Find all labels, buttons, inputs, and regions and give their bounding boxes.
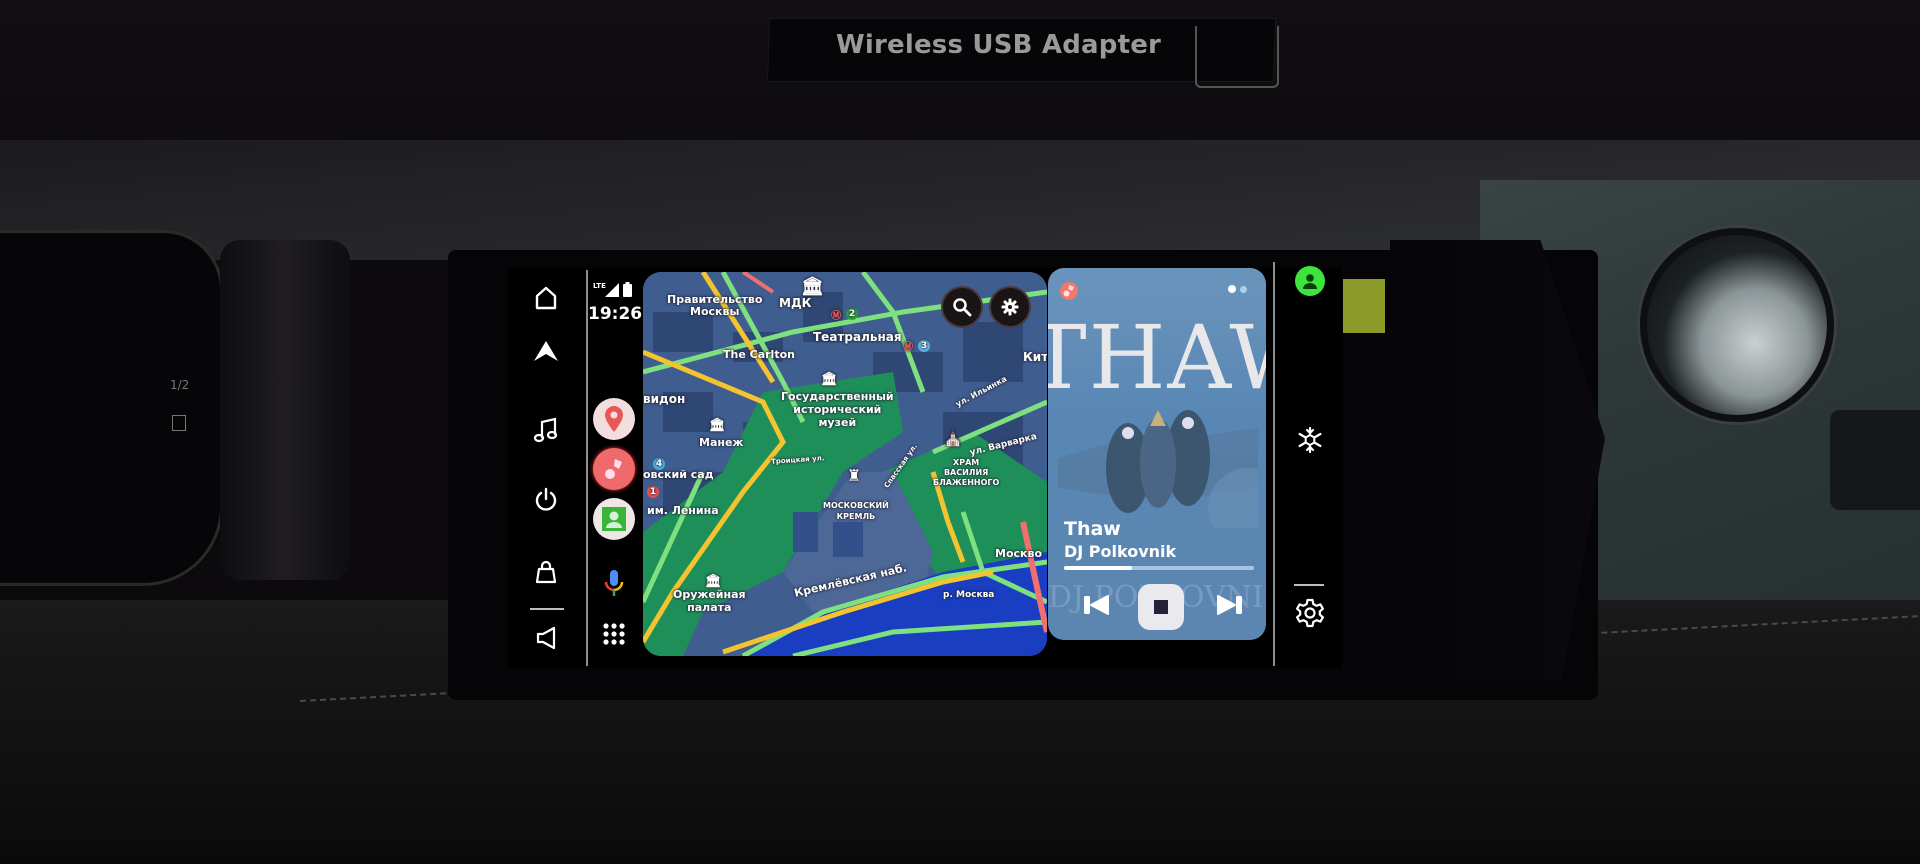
track-title: Thaw — [1064, 518, 1121, 540]
fuel-gauge-mark: 1/2 — [170, 378, 190, 392]
rail-item-volume[interactable] — [528, 620, 564, 656]
museum-icon: 🏛 — [705, 574, 722, 589]
playback-progress-bar[interactable] — [1064, 566, 1254, 570]
dock-app-music[interactable] — [593, 448, 635, 490]
right-rail-divider — [1294, 584, 1324, 586]
music-app-icon — [605, 459, 622, 479]
map-label-kit: Кит — [1023, 350, 1047, 364]
battery-icon — [623, 282, 632, 297]
rail-item-music[interactable] — [528, 412, 564, 448]
speaker-icon — [536, 626, 556, 650]
microphone-icon — [604, 570, 624, 596]
stop-button[interactable] — [1138, 584, 1184, 630]
user-icon — [1303, 274, 1317, 289]
clock: 19:26 — [588, 304, 643, 324]
snowflake-icon — [1298, 426, 1322, 454]
album-art-jet — [1058, 410, 1258, 528]
music-app-icon — [1063, 285, 1074, 297]
signal-icon — [605, 283, 619, 297]
metro-line-badge: 1 — [647, 486, 659, 498]
map-label-lenin-library: им. Ленина — [647, 504, 719, 517]
metro-icon: Ⓜ — [831, 311, 841, 322]
metro-line-badge: 3 — [918, 340, 930, 352]
contact-icon — [602, 507, 626, 531]
map-label-armoury: Оружейная палата — [673, 588, 746, 614]
adapter-clip — [1195, 26, 1279, 88]
media-source-badge — [1060, 282, 1078, 300]
rail-item-home[interactable] — [528, 280, 564, 316]
left-rail — [508, 268, 584, 668]
power-icon — [535, 487, 557, 511]
shopping-bag-icon — [535, 560, 557, 584]
metro-line-badge: 2 — [846, 308, 858, 320]
usb-adapter-label: Wireless USB Adapter — [836, 30, 1162, 60]
museum-icon: 🏛 — [709, 418, 726, 433]
instrument-cluster — [0, 230, 223, 586]
map-label-st-basil: ХРАМ ВАСИЛИЯ БЛАЖЕННОГО — [933, 458, 1000, 487]
gear-icon — [1296, 598, 1324, 628]
previous-track-button[interactable] — [1082, 594, 1112, 616]
next-track-button[interactable] — [1214, 594, 1244, 616]
status-dock: LTE 19:26 — [588, 268, 643, 668]
rail-divider — [530, 608, 564, 610]
map-label-vidon: видон — [643, 392, 686, 406]
rail-item-shopping[interactable] — [528, 554, 564, 590]
music-note-icon — [533, 417, 558, 443]
map-label-carlton: The Carlton — [723, 348, 795, 361]
bezel-sticker — [1343, 279, 1385, 333]
theatre-icon: 🏛 — [801, 276, 824, 297]
network-type: LTE — [593, 282, 606, 290]
map-label-mdk: МДК — [779, 296, 812, 310]
navigation-map[interactable]: Ⓜ 2 Ⓜ 3 1 4 🏛 🏛 🏛 🏛 ♜ ⛪ Правительство Мо… — [643, 272, 1047, 656]
app-launcher-button[interactable] — [602, 622, 626, 646]
map-label-kremlin: МОСКОВСКИЙ КРЕМЛЬ — [823, 501, 889, 521]
right-rail-separator — [1273, 262, 1275, 666]
museum-icon: 🏛 — [821, 372, 838, 387]
map-label-moskvoretskaya: Москво — [995, 547, 1043, 560]
map-label-teatralnaya: Театральная — [813, 330, 902, 344]
map-label-garden: овский сад — [643, 468, 714, 481]
status-icons: LTE — [593, 282, 635, 298]
map-label-river: р. Москва — [943, 590, 995, 600]
settings-button[interactable] — [1295, 598, 1325, 628]
page-dot-active[interactable] — [1228, 285, 1236, 293]
playback-progress-fill — [1064, 566, 1133, 570]
search-icon — [953, 298, 972, 317]
map-search-button[interactable] — [941, 286, 983, 328]
rail-item-power[interactable] — [528, 482, 564, 518]
skip-previous-icon — [1084, 595, 1109, 615]
dock-app-contacts[interactable] — [593, 498, 635, 540]
steering-stalk — [220, 240, 350, 580]
fuel-icon — [172, 415, 186, 431]
map-label-history-museum: Государственный исторический музей — [781, 390, 894, 429]
media-card[interactable]: THAW DJ POLKOVNIK Thaw DJ Polkovnik — [1048, 268, 1266, 640]
page-dot[interactable] — [1240, 286, 1247, 293]
home-icon — [535, 286, 557, 310]
right-rail — [1276, 262, 1342, 666]
rail-item-navigation[interactable] — [528, 334, 564, 370]
cathedral-icon: ⛪ — [943, 428, 963, 447]
voice-assistant-button[interactable] — [602, 568, 626, 598]
profile-button[interactable] — [1295, 266, 1325, 296]
metro-icon: Ⓜ — [903, 342, 913, 353]
dock-app-maps[interactable] — [593, 398, 635, 440]
air-vent-round — [1640, 228, 1834, 422]
gear-icon — [1001, 298, 1019, 316]
skip-next-icon — [1217, 595, 1242, 615]
side-vent — [1830, 410, 1920, 510]
climate-button[interactable] — [1296, 426, 1324, 454]
track-artist: DJ Polkovnik — [1064, 542, 1177, 561]
map-label-manezh: Манеж — [699, 436, 744, 449]
map-settings-button[interactable] — [989, 286, 1031, 328]
stop-icon — [1154, 600, 1168, 614]
navigation-arrow-icon — [534, 341, 558, 361]
map-pin-icon — [605, 406, 623, 432]
kremlin-tower-icon: ♜ — [847, 466, 862, 485]
map-label-government: Правительство Москвы — [667, 293, 763, 318]
app-grid-icon — [603, 623, 625, 645]
